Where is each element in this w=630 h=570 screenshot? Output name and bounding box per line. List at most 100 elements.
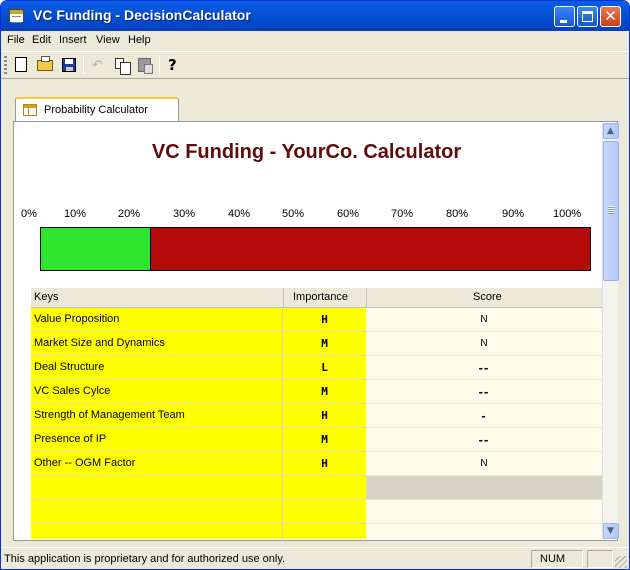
importance-cell[interactable]: H [283,404,366,428]
key-cell[interactable]: Other -- OGM Factor [31,452,283,476]
menu-bar: File Edit Insert View Help [1,31,629,51]
score-cell[interactable]: -- [366,356,602,380]
column-divider[interactable] [283,288,284,308]
app-icon [9,9,24,23]
menu-insert[interactable]: Insert [59,34,87,46]
copy-button[interactable] [112,56,131,75]
key-cell[interactable]: Value Proposition [31,308,283,332]
grip-icon [608,206,615,214]
close-button[interactable]: ✕ [600,6,621,27]
importance-cell[interactable]: M [283,428,366,452]
open-icon [37,56,53,71]
grid-row[interactable]: Deal Structure L -- [31,356,602,380]
header-score[interactable]: Score [473,291,502,303]
score-cell[interactable]: N [366,452,602,476]
toolbar-separator [159,56,160,74]
scale-label: 50% [282,208,305,220]
probability-bar [40,227,591,271]
key-cell[interactable] [31,500,283,524]
column-divider[interactable] [366,288,367,308]
scroll-up-button[interactable]: ▲ [603,123,619,139]
maximize-button[interactable] [577,6,598,27]
scale-label: 0% [21,208,37,220]
open-button[interactable] [36,56,54,74]
grid-row[interactable]: Strength of Management Team H - [31,404,602,428]
copy-icon [115,58,131,75]
key-cell[interactable]: Market Size and Dynamics [31,332,283,356]
header-keys[interactable]: Keys [34,291,58,303]
chevron-down-icon: ▼ [607,526,614,536]
spreadsheet-icon [23,104,37,116]
score-cell[interactable] [366,524,602,539]
grid-row[interactable]: Other -- OGM Factor H N [31,452,602,476]
application-window: VC Funding - DecisionCalculator ✕ File E… [0,0,630,570]
new-button[interactable] [12,56,30,74]
importance-cell[interactable] [283,476,366,500]
importance-cell[interactable] [283,524,366,539]
header-importance[interactable]: Importance [293,291,348,303]
score-cell[interactable]: -- [366,428,602,452]
grid-row-empty[interactable] [31,500,602,524]
menu-file[interactable]: File [7,34,25,46]
key-label: Market Size and Dynamics [34,337,165,349]
importance-cell[interactable]: M [283,380,366,404]
score-cell[interactable] [366,500,602,524]
grid-row[interactable]: Value Proposition H N [31,308,602,332]
save-button[interactable] [60,56,78,74]
key-cell[interactable] [31,476,283,500]
key-cell[interactable]: VC Sales Cylce [31,380,283,404]
calculator-title: VC Funding - YourCo. Calculator [151,141,462,163]
tab-probability-calculator[interactable]: Probability Calculator [15,97,179,122]
key-label: Strength of Management Team [34,409,185,421]
importance-cell[interactable] [283,500,366,524]
key-label: Deal Structure [34,361,105,373]
score-cell[interactable] [366,476,602,500]
scroll-down-button[interactable]: ▼ [603,523,619,539]
save-icon [62,58,76,72]
vertical-scrollbar[interactable]: ▲ ▼ [602,123,619,539]
score-cell[interactable]: -- [366,380,602,404]
key-cell[interactable]: Presence of IP [31,428,283,452]
grid-row-empty[interactable] [31,476,602,500]
grid-row[interactable]: Market Size and Dynamics M N [31,332,602,356]
paste-button[interactable] [136,56,154,74]
key-label: Presence of IP [34,433,107,445]
menu-view[interactable]: View [96,34,120,46]
importance-cell[interactable]: M [283,332,366,356]
scale-label: 20% [118,208,141,220]
scale-label: 90% [502,208,525,220]
grid-row-empty[interactable] [31,524,602,539]
status-bar: This application is proprietary and for … [1,547,629,569]
resize-grip-icon[interactable] [615,556,627,568]
help-button[interactable]: ? [165,56,183,74]
importance-cell[interactable]: H [283,308,366,332]
scroll-thumb[interactable] [603,141,619,281]
key-cell[interactable]: Strength of Management Team [31,404,283,428]
importance-cell[interactable]: L [283,356,366,380]
menu-edit[interactable]: Edit [32,34,51,46]
calculator-view: VC Funding - YourCo. Calculator 0% 10% 2… [19,123,602,539]
score-cell[interactable]: N [366,332,602,356]
num-lock-indicator: NUM [531,550,583,568]
key-label: VC Sales Cylce [34,385,111,397]
tab-label: Probability Calculator [44,104,148,116]
grid-row[interactable]: VC Sales Cylce M -- [31,380,602,404]
key-cell[interactable] [31,524,283,539]
score-cell[interactable]: - [366,404,602,428]
maximize-icon [582,11,593,22]
minimize-button[interactable] [554,6,575,27]
scale-label: 30% [173,208,196,220]
score-cell[interactable]: N [366,308,602,332]
menu-help[interactable]: Help [128,34,151,46]
probability-fill [41,228,151,270]
importance-cell[interactable]: H [283,452,366,476]
undo-button[interactable]: ↶ [90,56,108,74]
key-cell[interactable]: Deal Structure [31,356,283,380]
status-pane [587,550,613,568]
toolbar-grip[interactable] [4,56,7,74]
title-bar[interactable]: VC Funding - DecisionCalculator ✕ [1,1,629,31]
grid-row[interactable]: Presence of IP M -- [31,428,602,452]
scale-label: 100% [553,208,582,220]
minimize-icon [560,20,567,23]
undo-icon: ↶ [92,58,103,73]
